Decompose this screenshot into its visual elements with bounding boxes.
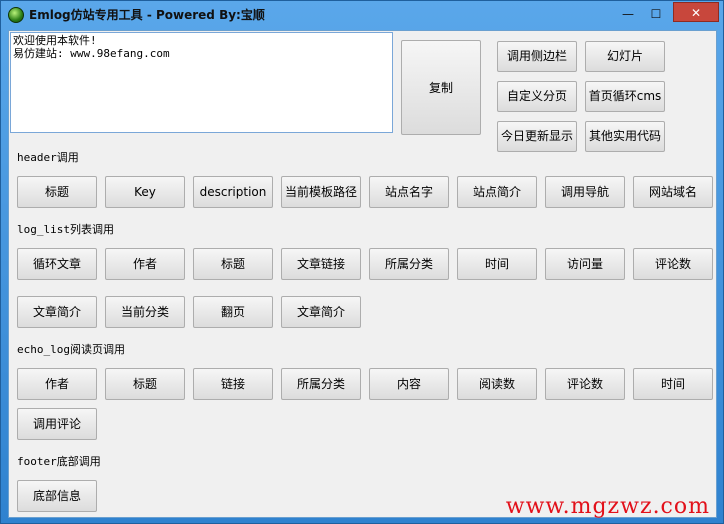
loglist-current-category-button[interactable]: 当前分类 xyxy=(105,296,185,328)
site-watermark: www.mgzwz.com xyxy=(505,494,710,519)
copy-button[interactable]: 复制 xyxy=(401,40,481,135)
minimize-button[interactable]: — xyxy=(617,5,639,23)
echolog-reads-button[interactable]: 阅读数 xyxy=(457,368,537,400)
loglist-excerpt-button[interactable]: 文章简介 xyxy=(17,296,97,328)
echolog-content-button[interactable]: 内容 xyxy=(369,368,449,400)
other-code-button[interactable]: 其他实用代码 xyxy=(585,121,665,152)
echolog-call-comments-button[interactable]: 调用评论 xyxy=(17,408,97,440)
app-window: Emlog仿站专用工具 - Powered By:宝顺 — ☐ ✕ 复制 调用侧… xyxy=(0,0,724,524)
header-template-path-button[interactable]: 当前模板路径 xyxy=(281,176,361,208)
header-title-button[interactable]: 标题 xyxy=(17,176,97,208)
echolog-title-button[interactable]: 标题 xyxy=(105,368,185,400)
echolog-comments-button[interactable]: 评论数 xyxy=(545,368,625,400)
window-title: Emlog仿站专用工具 - Powered By:宝顺 xyxy=(29,8,265,22)
loglist-views-button[interactable]: 访问量 xyxy=(545,248,625,280)
footer-section-label: footer底部调用 xyxy=(17,455,101,468)
app-logo-icon xyxy=(8,7,24,23)
loglist-loop-articles-button[interactable]: 循环文章 xyxy=(17,248,97,280)
header-description-button[interactable]: description xyxy=(193,176,273,208)
output-textarea[interactable] xyxy=(10,32,393,133)
header-nav-button[interactable]: 调用导航 xyxy=(545,176,625,208)
loglist-comments-button[interactable]: 评论数 xyxy=(633,248,713,280)
log-list-section-label: log_list列表调用 xyxy=(17,223,114,236)
today-update-button[interactable]: 今日更新显示 xyxy=(497,121,577,152)
header-site-intro-button[interactable]: 站点简介 xyxy=(457,176,537,208)
header-key-button[interactable]: Key xyxy=(105,176,185,208)
loglist-author-button[interactable]: 作者 xyxy=(105,248,185,280)
client-area: 复制 调用侧边栏 幻灯片 自定义分页 首页循环cms 今日更新显示 其他实用代码… xyxy=(8,30,717,519)
loglist-excerpt-2-button[interactable]: 文章简介 xyxy=(281,296,361,328)
footer-info-button[interactable]: 底部信息 xyxy=(17,480,97,512)
loglist-pagination-button[interactable]: 翻页 xyxy=(193,296,273,328)
close-button[interactable]: ✕ xyxy=(673,2,719,22)
slideshow-button[interactable]: 幻灯片 xyxy=(585,41,665,72)
echolog-author-button[interactable]: 作者 xyxy=(17,368,97,400)
loglist-article-link-button[interactable]: 文章链接 xyxy=(281,248,361,280)
echolog-time-button[interactable]: 时间 xyxy=(633,368,713,400)
home-loop-cms-button[interactable]: 首页循环cms xyxy=(585,81,665,112)
custom-pagination-button[interactable]: 自定义分页 xyxy=(497,81,577,112)
header-domain-button[interactable]: 网站域名 xyxy=(633,176,713,208)
echo-log-section-label: echo_log阅读页调用 xyxy=(17,343,125,356)
sidebar-call-button[interactable]: 调用侧边栏 xyxy=(497,41,577,72)
maximize-button[interactable]: ☐ xyxy=(645,5,667,23)
loglist-category-button[interactable]: 所属分类 xyxy=(369,248,449,280)
title-bar[interactable]: Emlog仿站专用工具 - Powered By:宝顺 — ☐ ✕ xyxy=(1,1,723,29)
echolog-category-button[interactable]: 所属分类 xyxy=(281,368,361,400)
loglist-time-button[interactable]: 时间 xyxy=(457,248,537,280)
echolog-link-button[interactable]: 链接 xyxy=(193,368,273,400)
loglist-title-button[interactable]: 标题 xyxy=(193,248,273,280)
header-site-name-button[interactable]: 站点名字 xyxy=(369,176,449,208)
header-section-label: header调用 xyxy=(17,151,79,164)
